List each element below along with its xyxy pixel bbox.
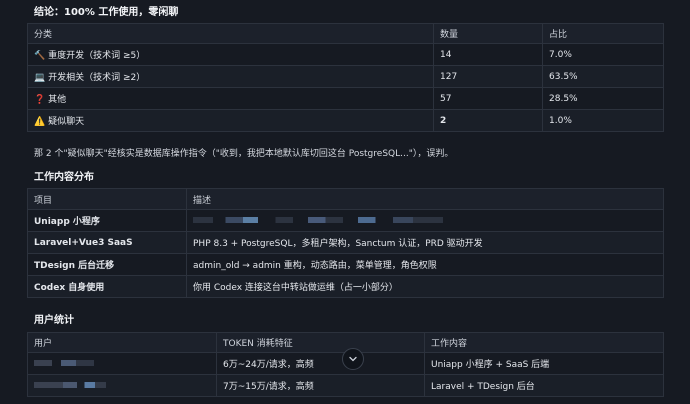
count-cell: 2 <box>433 109 543 132</box>
misclassification-note: 那 2 个"疑似聊天"经核实是数据库操作指令（"收到，我把本地默认库切回这台 P… <box>34 149 454 159</box>
table-row: ⚠️ 疑似聊天 2 1.0% <box>27 109 664 132</box>
category-label: 重度开发（技术词 ≥5） <box>48 51 146 61</box>
share-cell: 28.5% <box>542 87 664 110</box>
description-cell: admin_old → admin 重构，动态路由，菜单管理，角色权限 <box>186 253 664 276</box>
project-cell: Laravel+Vue3 SaaS <box>27 231 187 254</box>
distribution-heading: 工作内容分布 <box>34 172 94 183</box>
conclusion-table: 分类 数量 占比 🔨 重度开发（技术词 ≥5） 14 7.0% 💻 开发相关（技… <box>27 23 664 132</box>
redacted-username <box>34 382 106 388</box>
share-cell: 63.5% <box>542 65 664 88</box>
col-header-user: 用户 <box>27 332 217 353</box>
warning-icon: ⚠️ <box>34 117 46 127</box>
users-heading: 用户统计 <box>34 315 74 326</box>
question-icon: ❓ <box>34 95 46 105</box>
user-cell-redacted <box>27 374 217 397</box>
table-row: TDesign 后台迁移 admin_old → admin 重构，动态路由，菜… <box>27 253 664 276</box>
hammer-icon: 🔨 <box>34 51 46 61</box>
distribution-table: 项目 描述 Uniapp 小程序 Laravel+Vue3 SaaS PHP 8… <box>27 188 664 298</box>
category-label: 其他 <box>48 95 67 105</box>
scroll-down-button[interactable] <box>342 348 364 370</box>
col-header-description: 描述 <box>186 188 664 210</box>
chevron-down-icon <box>349 356 357 362</box>
conclusion-heading: 结论：100% 工作使用，零闲聊 <box>34 7 179 18</box>
token-cell: 7万~15万/请求，高频 <box>216 374 425 397</box>
category-label: 开发相关（技术词 ≥2） <box>48 73 146 83</box>
table-row: Codex 自身使用 你用 Codex 连接这台中转站做运维（占一小部分） <box>27 275 664 298</box>
col-header-category: 分类 <box>27 23 434 44</box>
redacted-username <box>34 360 94 366</box>
category-label: 疑似聊天 <box>48 117 85 127</box>
redacted-text <box>193 217 443 223</box>
description-cell: 你用 Codex 连接这台中转站做运维（占一小部分） <box>186 275 664 298</box>
table-row: 7万~15万/请求，高频 Laravel + TDesign 后台 <box>27 374 664 397</box>
table-row: 💻 开发相关（技术词 ≥2） 127 63.5% <box>27 65 664 88</box>
count-cell: 127 <box>433 65 543 88</box>
count-cell: 57 <box>433 87 543 110</box>
work-cell: Uniapp 小程序 + SaaS 后端 <box>424 352 664 375</box>
project-cell: Uniapp 小程序 <box>27 209 187 232</box>
description-cell-redacted <box>186 209 664 232</box>
work-cell: Laravel + TDesign 后台 <box>424 374 664 397</box>
laptop-icon: 💻 <box>34 73 46 83</box>
user-cell-redacted <box>27 352 217 375</box>
table-row: ❓ 其他 57 28.5% <box>27 87 664 110</box>
col-header-count: 数量 <box>433 23 543 44</box>
token-cell: 6万~24万/请求，高频 <box>216 352 425 375</box>
table-row: 🔨 重度开发（技术词 ≥5） 14 7.0% <box>27 43 664 66</box>
col-header-token: TOKEN 消耗特征 <box>216 332 425 353</box>
table-row: Uniapp 小程序 <box>27 209 664 232</box>
project-cell: TDesign 后台迁移 <box>27 253 187 276</box>
count-cell: 14 <box>433 43 543 66</box>
share-cell: 7.0% <box>542 43 664 66</box>
description-cell: PHP 8.3 + PostgreSQL，多租户架构，Sanctum 认证，PR… <box>186 231 664 254</box>
table-row: Laravel+Vue3 SaaS PHP 8.3 + PostgreSQL，多… <box>27 231 664 254</box>
col-header-project: 项目 <box>27 188 187 210</box>
col-header-work: 工作内容 <box>424 332 664 353</box>
project-cell: Codex 自身使用 <box>27 275 187 298</box>
col-header-share: 占比 <box>542 23 664 44</box>
share-cell: 1.0% <box>542 109 664 132</box>
